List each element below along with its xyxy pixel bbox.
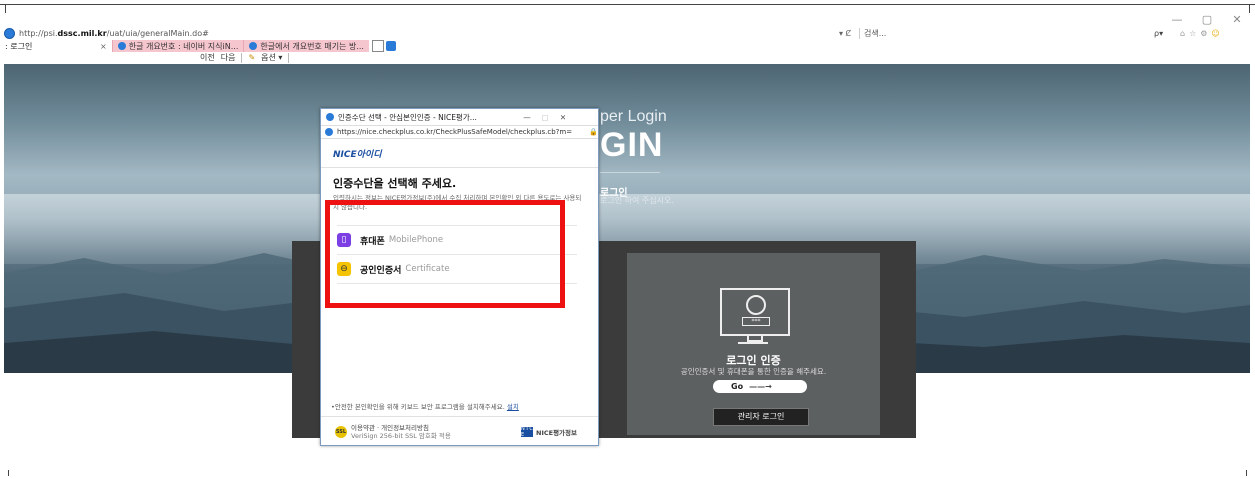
minimize-button[interactable]: — — [1171, 14, 1183, 26]
toolbar-icons: ⌂ ☆ ⚙ ☺ — [1180, 29, 1220, 38]
popup-minimize-button[interactable]: — — [518, 113, 536, 122]
login-auth-description: 공인인증서 및 휴대폰을 통한 인증을 해주세요. — [680, 367, 827, 376]
window-bottom-tick-right — [1246, 470, 1247, 476]
popup-url[interactable]: https://nice.checkplus.co.kr/CheckPlusSa… — [337, 128, 587, 136]
tab-strip: : 로그인 × 한글 개요번호 : 네이버 지식iN... 한글에서 개요번호 … — [0, 40, 1250, 52]
nice-brand-label: NICE평가정보 — [536, 428, 577, 437]
find-options-button[interactable]: 옵션 ▾ — [261, 52, 282, 63]
new-tab-icon[interactable] — [371, 40, 384, 52]
monitor-stand — [747, 334, 763, 342]
admin-login-button[interactable]: 관리자 로그인 — [713, 408, 809, 426]
nice-id-logo: NICE아이디 — [333, 150, 382, 160]
install-link[interactable]: 설치 — [507, 403, 519, 411]
url-input[interactable]: http://psi.dssc.mil.kr/uat/uia/generalMa… — [19, 29, 839, 38]
notice-text: •안전한 본인확인을 위해 키보드 보안 프로그램을 설치해주세요. — [331, 403, 505, 411]
url-path: /uat/uia/generalMain.do# — [106, 28, 209, 38]
user-icon — [746, 295, 766, 315]
highlight-icon[interactable]: ✎ — [248, 53, 255, 62]
url-host: dssc.mil.kr — [57, 28, 107, 38]
feedback-icon[interactable]: ☺ — [1211, 29, 1219, 38]
find-prev-button[interactable]: 이전 — [200, 52, 215, 63]
ie-page-icon — [326, 113, 334, 121]
find-next-button[interactable]: 다음 — [221, 52, 236, 63]
popup-maximize-button[interactable]: ▢ — [536, 113, 554, 122]
go-button[interactable]: Go ——→ — [713, 380, 807, 393]
ie-new-tab-icon[interactable] — [385, 41, 396, 51]
go-label: Go — [731, 382, 744, 391]
tab-label: 한글에서 개요번호 매기는 방... — [260, 41, 364, 51]
window-bottom-tick-left — [8, 470, 9, 476]
popup-close-button[interactable]: ✕ — [554, 113, 572, 122]
tab-login[interactable]: : 로그인 — [0, 40, 95, 52]
tab-label: 한글 개요번호 : 네이버 지식iN... — [128, 41, 239, 51]
settings-icon[interactable]: ⚙ — [1200, 29, 1207, 38]
maximize-button[interactable]: ▢ — [1201, 14, 1213, 26]
find-separator — [241, 52, 243, 63]
hero-subtitle: per Login — [600, 108, 667, 125]
tab-hangul-outline[interactable]: 한글에서 개요번호 매기는 방... — [243, 40, 369, 52]
select-method-heading: 인증수단을 선택해 주세요. — [333, 177, 457, 190]
hero-divider — [600, 172, 660, 173]
ssl-badge-icon: SSL — [335, 425, 347, 438]
tab-naver-kin[interactable]: 한글 개요번호 : 네이버 지식iN... — [111, 40, 244, 52]
password-icon: *** — [742, 317, 770, 326]
monitor-base — [738, 342, 768, 344]
monitor-icon: *** — [720, 288, 790, 336]
ie-tab-icon — [117, 42, 126, 50]
highlight-annotation-box — [325, 200, 565, 308]
window-top-border — [0, 4, 1255, 5]
hero-description: 로그인 하여 주십시오. — [600, 196, 674, 205]
arrow-right-icon: ——→ — [749, 382, 772, 391]
url-prefix: http://psi. — [19, 28, 58, 38]
address-bar: http://psi.dssc.mil.kr/uat/uia/generalMa… — [4, 27, 1250, 39]
tab-close-icon[interactable]: × — [100, 42, 107, 51]
close-window-button[interactable]: ✕ — [1231, 14, 1243, 26]
window-corner-left — [5, 5, 6, 13]
terms-link[interactable]: 이용약관 · 개인정보처리방침 — [351, 424, 429, 432]
ie-page-icon — [4, 27, 15, 39]
footer-text: 이용약관 · 개인정보처리방침 VeriSign 256-bit SSL 암호화… — [351, 424, 491, 440]
popup-title: 인증수단 선택 - 안심본인인증 - NICE평가... — [338, 112, 477, 122]
ie-tab-icon — [249, 42, 258, 50]
tab-label: : 로그인 — [5, 41, 33, 51]
popup-divider — [321, 167, 598, 168]
nice-brand: N I C E NICE평가정보 — [521, 425, 577, 438]
favorites-icon[interactable]: ☆ — [1189, 29, 1196, 38]
popup-address-bar: https://nice.checkplus.co.kr/CheckPlusSa… — [321, 125, 598, 139]
hero-title: GIN — [600, 126, 664, 164]
home-icon[interactable]: ⌂ — [1180, 29, 1185, 38]
find-bar: 이전 다음 ✎ 옵션 ▾ — [200, 52, 290, 63]
search-input[interactable]: 검색... — [859, 27, 1154, 39]
popup-footer: SSL 이용약관 · 개인정보처리방침 VeriSign 256-bit SSL… — [321, 416, 598, 446]
keyboard-security-notice: •안전한 본인확인을 위해 키보드 보안 프로그램을 설치해주세요. 설치 — [331, 401, 588, 411]
search-icon[interactable]: ρ▾ — [1154, 29, 1180, 38]
nice-logo-icon: N I C E — [521, 425, 533, 438]
window-corner-right — [1249, 5, 1250, 13]
window-controls: — ▢ ✕ — [1171, 14, 1243, 26]
refresh-button[interactable]: ▾ Ȼ — [839, 29, 859, 38]
find-separator — [288, 52, 290, 63]
ie-page-icon — [325, 128, 333, 136]
lock-icon: 🔒 — [589, 128, 598, 136]
ssl-text: VeriSign 256-bit SSL 암호화 적용 — [351, 431, 451, 440]
popup-titlebar: 인증수단 선택 - 안심본인인증 - NICE평가... — ▢ ✕ — [321, 109, 598, 125]
